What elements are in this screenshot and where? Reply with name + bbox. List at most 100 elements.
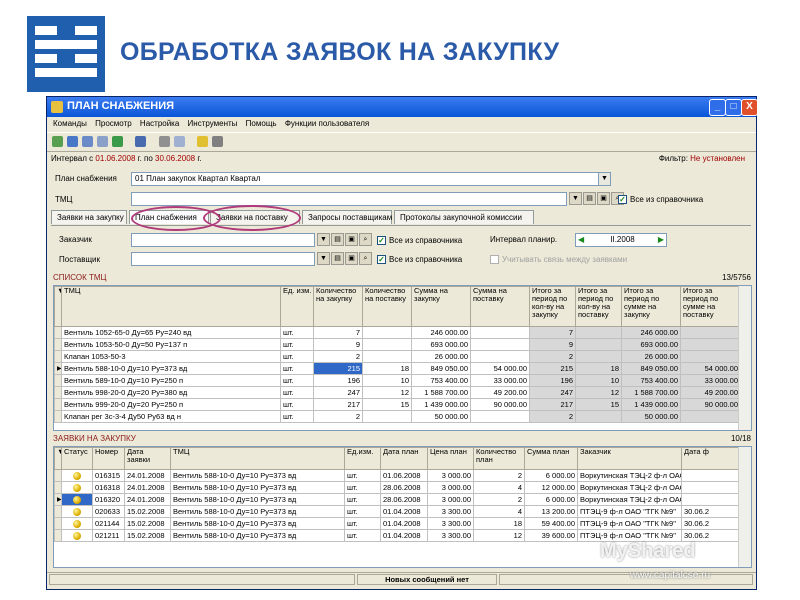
tmc-col-total-qty-delivery[interactable]: Итого за период по кол-ву на поставку xyxy=(575,286,622,327)
tmc-cell[interactable] xyxy=(470,326,530,339)
tmc-row[interactable]: Вентиль 998-20-0 Ду=20 Ру=380 вд шт. 247 12… xyxy=(54,386,741,399)
orders-vertical-scrollbar[interactable] xyxy=(738,447,751,567)
order-status-cell[interactable] xyxy=(61,505,93,518)
tmc-cell[interactable]: шт. xyxy=(280,398,314,411)
tmc-cell[interactable]: 215 xyxy=(313,362,363,375)
order-cell[interactable]: 3 300.00 xyxy=(427,505,474,518)
tmc-cell[interactable]: 18 xyxy=(575,362,622,375)
customer-folder-icon[interactable]: ▣ xyxy=(345,233,358,246)
tmc-cell[interactable]: 15 xyxy=(362,398,412,411)
window-titlebar[interactable]: ПЛАН СНАБЖЕНИЯ _ □ X xyxy=(47,97,758,117)
tmc-col-sum-purchase[interactable]: Сумма на закупку xyxy=(411,286,471,327)
order-cell[interactable] xyxy=(681,493,741,506)
tmc-cell[interactable]: 54 000.00 xyxy=(470,362,530,375)
order-cell[interactable]: 016320 xyxy=(92,493,125,506)
supplier-folder-icon[interactable]: ▣ xyxy=(345,252,358,265)
orders-col-status[interactable]: Статус xyxy=(61,447,93,470)
order-cell[interactable]: 01.06.2008 xyxy=(380,469,428,482)
tmc-cell[interactable]: 49 200.00 xyxy=(470,386,530,399)
order-cell[interactable]: Вентиль 588-10-0 Ду=10 Ру=373 вд xyxy=(170,469,345,482)
tmc-cell[interactable]: 246 000.00 xyxy=(621,326,681,339)
tmc-cell[interactable] xyxy=(470,338,530,351)
tmc-row[interactable]: Клапан 1053-50-3 шт. 2 26 000.00 2 26 000.00 xyxy=(54,350,741,363)
tmc-cell[interactable]: шт. xyxy=(280,386,314,399)
order-cell[interactable]: 3 000.00 xyxy=(427,469,474,482)
order-cell[interactable]: шт. xyxy=(344,505,381,518)
order-row[interactable]: 016318 24.01.2008 Вентиль 588-10-0 Ду=10 Р… xyxy=(54,481,741,494)
tmc-cell[interactable]: 50 000.00 xyxy=(621,410,681,423)
tmc-cell[interactable]: 26 000.00 xyxy=(621,350,681,363)
tmc-cell[interactable]: Клапан рег 3с-3-4 Ду50 Ру63 вд н xyxy=(61,410,281,423)
tmc-cell[interactable]: 18 xyxy=(362,362,412,375)
order-cell[interactable]: 59 400.00 xyxy=(524,517,578,530)
order-row[interactable]: 021144 15.02.2008 Вентиль 588-10-0 Ду=10 Р… xyxy=(54,517,741,530)
tmc-row[interactable]: Вентиль 999-20-0 Ду=20 Ру=250 п шт. 217 15 1… xyxy=(54,398,741,411)
tmc-cell[interactable]: 196 xyxy=(529,374,576,387)
tmc-cell[interactable] xyxy=(362,326,412,339)
tmc-cell[interactable]: 7 xyxy=(529,326,576,339)
tmc-row[interactable]: Вентиль 1052-65-0 Ду=65 Ру=240 вд шт. 7 246… xyxy=(54,326,741,339)
orders-col-fact-date[interactable]: Дата ф xyxy=(681,447,741,470)
tab-commission-protocols[interactable]: Протоколы закупочной комиссии xyxy=(394,210,534,224)
order-cell[interactable]: 30.06.2 xyxy=(681,517,741,530)
tmc-cell[interactable] xyxy=(575,338,622,351)
minimize-button[interactable]: _ xyxy=(709,99,726,116)
tmc-row[interactable]: Клапан рег 3с-3-4 Ду50 Ру63 вд н шт. 2 50 0… xyxy=(54,410,741,423)
order-cell[interactable]: 39 600.00 xyxy=(524,529,578,542)
tmc-cell[interactable]: шт. xyxy=(280,362,314,375)
tmc-cell[interactable]: 10 xyxy=(575,374,622,387)
plan-select[interactable]: 01 План закупок Квартал Квартал ▼ xyxy=(131,172,611,186)
menu-help[interactable]: Помощь xyxy=(246,117,277,131)
tmc-cell[interactable]: 2 xyxy=(529,350,576,363)
maximize-button[interactable]: □ xyxy=(725,99,742,116)
order-cell[interactable]: 15.02.2008 xyxy=(124,517,171,530)
tmc-cell[interactable] xyxy=(680,326,741,339)
tmc-cell[interactable]: 1 439 000.00 xyxy=(621,398,681,411)
order-cell[interactable] xyxy=(681,469,741,482)
tmc-cell[interactable]: 246 000.00 xyxy=(411,326,471,339)
tmc-cell[interactable]: шт. xyxy=(280,350,314,363)
order-cell[interactable]: 4 xyxy=(473,481,525,494)
order-cell[interactable]: 12 xyxy=(473,529,525,542)
tmc-cell[interactable]: 849 050.00 xyxy=(621,362,681,375)
tmc-cell[interactable]: 12 xyxy=(575,386,622,399)
edit-icon[interactable] xyxy=(67,136,78,147)
order-cell[interactable]: 021144 xyxy=(92,517,125,530)
tmc-cell[interactable]: 90 000.00 xyxy=(680,398,741,411)
supplier-search-icon[interactable]: ⌕ xyxy=(359,252,372,265)
tmc-cell[interactable]: 693 000.00 xyxy=(621,338,681,351)
order-cell[interactable]: 4 xyxy=(473,505,525,518)
tmc-cell[interactable]: 693 000.00 xyxy=(411,338,471,351)
keyboard-icon[interactable] xyxy=(212,136,223,147)
interval-next-icon[interactable]: ▶ xyxy=(658,234,664,246)
tmc-cell[interactable] xyxy=(575,350,622,363)
menu-user-functions[interactable]: Функции пользователя xyxy=(285,117,369,131)
order-cell[interactable]: 12 000.00 xyxy=(524,481,578,494)
tmc-cell[interactable]: 26 000.00 xyxy=(411,350,471,363)
supplier-dropdown-icon[interactable]: ▼ xyxy=(317,252,330,265)
order-cell[interactable]: Вентиль 588-10-0 Ду=10 Ру=373 вд xyxy=(170,481,345,494)
tmc-cell[interactable]: 10 xyxy=(362,374,412,387)
order-cell[interactable]: 3 000.00 xyxy=(427,493,474,506)
orders-col-plan-qty[interactable]: Количество план xyxy=(473,447,525,470)
customer-search-icon[interactable]: ⌕ xyxy=(359,233,372,246)
tmc-cell[interactable]: 196 xyxy=(313,374,363,387)
tmc-cell[interactable] xyxy=(575,410,622,423)
new-doc-icon[interactable] xyxy=(52,136,63,147)
menu-view[interactable]: Просмотр xyxy=(95,117,132,131)
tmc-cell[interactable] xyxy=(680,338,741,351)
order-cell[interactable]: 020633 xyxy=(92,505,125,518)
supplier-ref-icon[interactable]: ▤ xyxy=(331,252,344,265)
tmc-cell[interactable] xyxy=(362,350,412,363)
order-cell[interactable]: Воркутинская ТЭЦ-2 ф-л ОАО "ТГК xyxy=(577,493,682,506)
tmc-cell[interactable]: 2 xyxy=(529,410,576,423)
tmc-vertical-scrollbar[interactable] xyxy=(738,286,751,430)
report-icon[interactable] xyxy=(174,136,185,147)
copy-icon[interactable] xyxy=(97,136,108,147)
tmc-cell[interactable]: шт. xyxy=(280,338,314,351)
order-cell[interactable]: 3 300.00 xyxy=(427,517,474,530)
chevron-down-icon[interactable]: ▼ xyxy=(598,173,610,185)
tmc-cell[interactable]: 12 xyxy=(362,386,412,399)
order-cell[interactable]: Воркутинская ТЭЦ-2 ф-л ОАО "ТГК xyxy=(577,481,682,494)
order-cell[interactable]: 24.01.2008 xyxy=(124,469,171,482)
